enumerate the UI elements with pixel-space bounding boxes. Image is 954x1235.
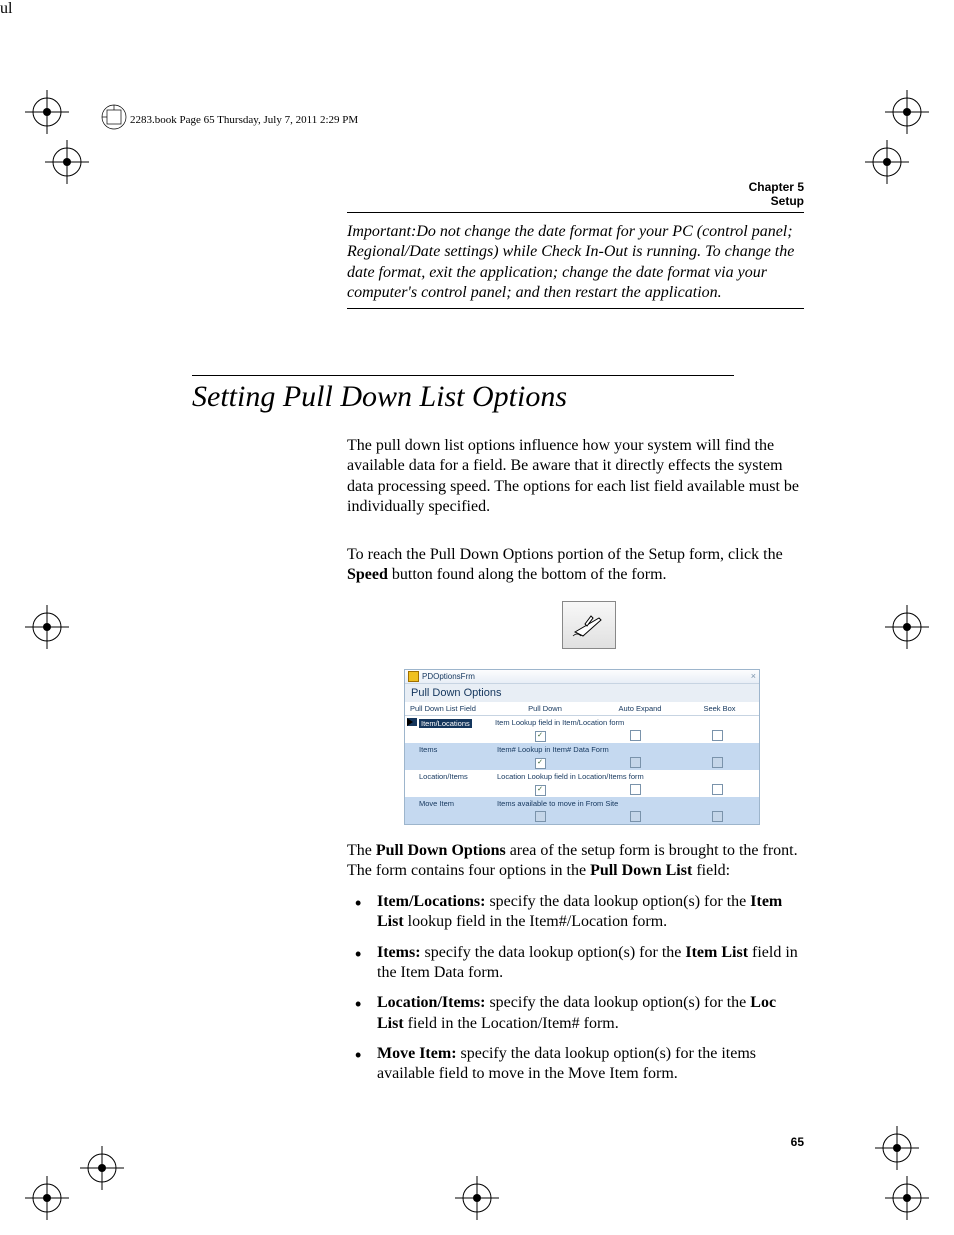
body-paragraph: The pull down list options influence how… bbox=[347, 436, 804, 517]
checkbox-pulldown[interactable]: ✓ bbox=[535, 758, 546, 769]
crop-mark-icon bbox=[45, 140, 89, 184]
section-title: Setting Pull Down List Options bbox=[192, 380, 567, 414]
table-row-checks: ✓ bbox=[405, 729, 759, 743]
crop-mark-icon bbox=[80, 1146, 124, 1190]
checkbox-seekbox[interactable] bbox=[712, 730, 723, 741]
checkbox-seekbox[interactable] bbox=[712, 757, 723, 768]
crop-mark-icon bbox=[885, 90, 929, 134]
close-icon[interactable]: × bbox=[751, 671, 756, 681]
form-header: Pull Down Options bbox=[405, 684, 759, 702]
window-title: PDOptionsFrm bbox=[422, 672, 475, 681]
checkbox-autoexpand[interactable] bbox=[630, 730, 641, 741]
divider bbox=[347, 308, 804, 309]
book-page-icon bbox=[100, 103, 128, 131]
app-icon bbox=[408, 671, 419, 682]
table-row[interactable]: Move Item Items available to move in Fro… bbox=[405, 797, 759, 810]
window-titlebar[interactable]: PDOptionsFrm × bbox=[405, 670, 759, 684]
crop-mark-icon bbox=[885, 1176, 929, 1220]
page-number: 65 bbox=[791, 1135, 804, 1149]
checkbox-pulldown[interactable]: ✓ bbox=[535, 785, 546, 796]
pd-options-form: PDOptionsFrm × Pull Down Options Pull Do… bbox=[404, 669, 760, 825]
column-headers: Pull Down List Field Pull Down Auto Expa… bbox=[405, 702, 759, 716]
checkbox-autoexpand[interactable] bbox=[630, 757, 641, 768]
important-note: Important:Do not change the date format … bbox=[347, 222, 804, 303]
speed-button[interactable] bbox=[562, 601, 616, 649]
crop-mark-icon bbox=[25, 1176, 69, 1220]
checkbox-seekbox[interactable] bbox=[712, 784, 723, 795]
checkbox-pulldown[interactable]: ✓ bbox=[535, 731, 546, 742]
table-row[interactable]: Item/Locations Item Lookup field in Item… bbox=[405, 716, 759, 729]
body-paragraph: The Pull Down Options area of the setup … bbox=[347, 841, 804, 882]
list-item: Move Item: specify the data lookup optio… bbox=[347, 1044, 804, 1085]
crop-mark-icon bbox=[875, 1126, 919, 1170]
crop-mark-icon bbox=[865, 140, 909, 184]
row-pointer-icon bbox=[407, 718, 417, 726]
divider bbox=[347, 212, 804, 213]
crop-mark-icon bbox=[885, 605, 929, 649]
list-item: Items: specify the data lookup option(s)… bbox=[347, 943, 804, 984]
list-item: Location/Items: specify the data lookup … bbox=[347, 993, 804, 1034]
table-row-checks: ✓ bbox=[405, 756, 759, 770]
table-row-checks: ✓ bbox=[405, 783, 759, 797]
table-row[interactable]: Items Item# Lookup in Item# Data Form bbox=[405, 743, 759, 756]
section-rule bbox=[192, 375, 734, 376]
body-paragraph: To reach the Pull Down Options portion o… bbox=[347, 545, 804, 586]
header-line: 2283.book Page 65 Thursday, July 7, 2011… bbox=[130, 114, 358, 126]
checkbox-seekbox[interactable] bbox=[712, 811, 723, 822]
list-item: Item/Locations: specify the data lookup … bbox=[347, 892, 804, 933]
airplane-icon bbox=[571, 610, 607, 640]
table-row[interactable]: Location/Items Location Lookup field in … bbox=[405, 770, 759, 783]
crop-mark-icon bbox=[455, 1176, 499, 1220]
bullet-list: Item/Locations: specify the data lookup … bbox=[347, 892, 804, 1095]
crop-mark-icon bbox=[25, 605, 69, 649]
checkbox-autoexpand[interactable] bbox=[630, 811, 641, 822]
chapter-label: Chapter 5 Setup bbox=[749, 180, 804, 208]
crop-mark-icon bbox=[25, 90, 69, 134]
table-row-checks bbox=[405, 810, 759, 824]
checkbox-pulldown[interactable] bbox=[535, 811, 546, 822]
checkbox-autoexpand[interactable] bbox=[630, 784, 641, 795]
